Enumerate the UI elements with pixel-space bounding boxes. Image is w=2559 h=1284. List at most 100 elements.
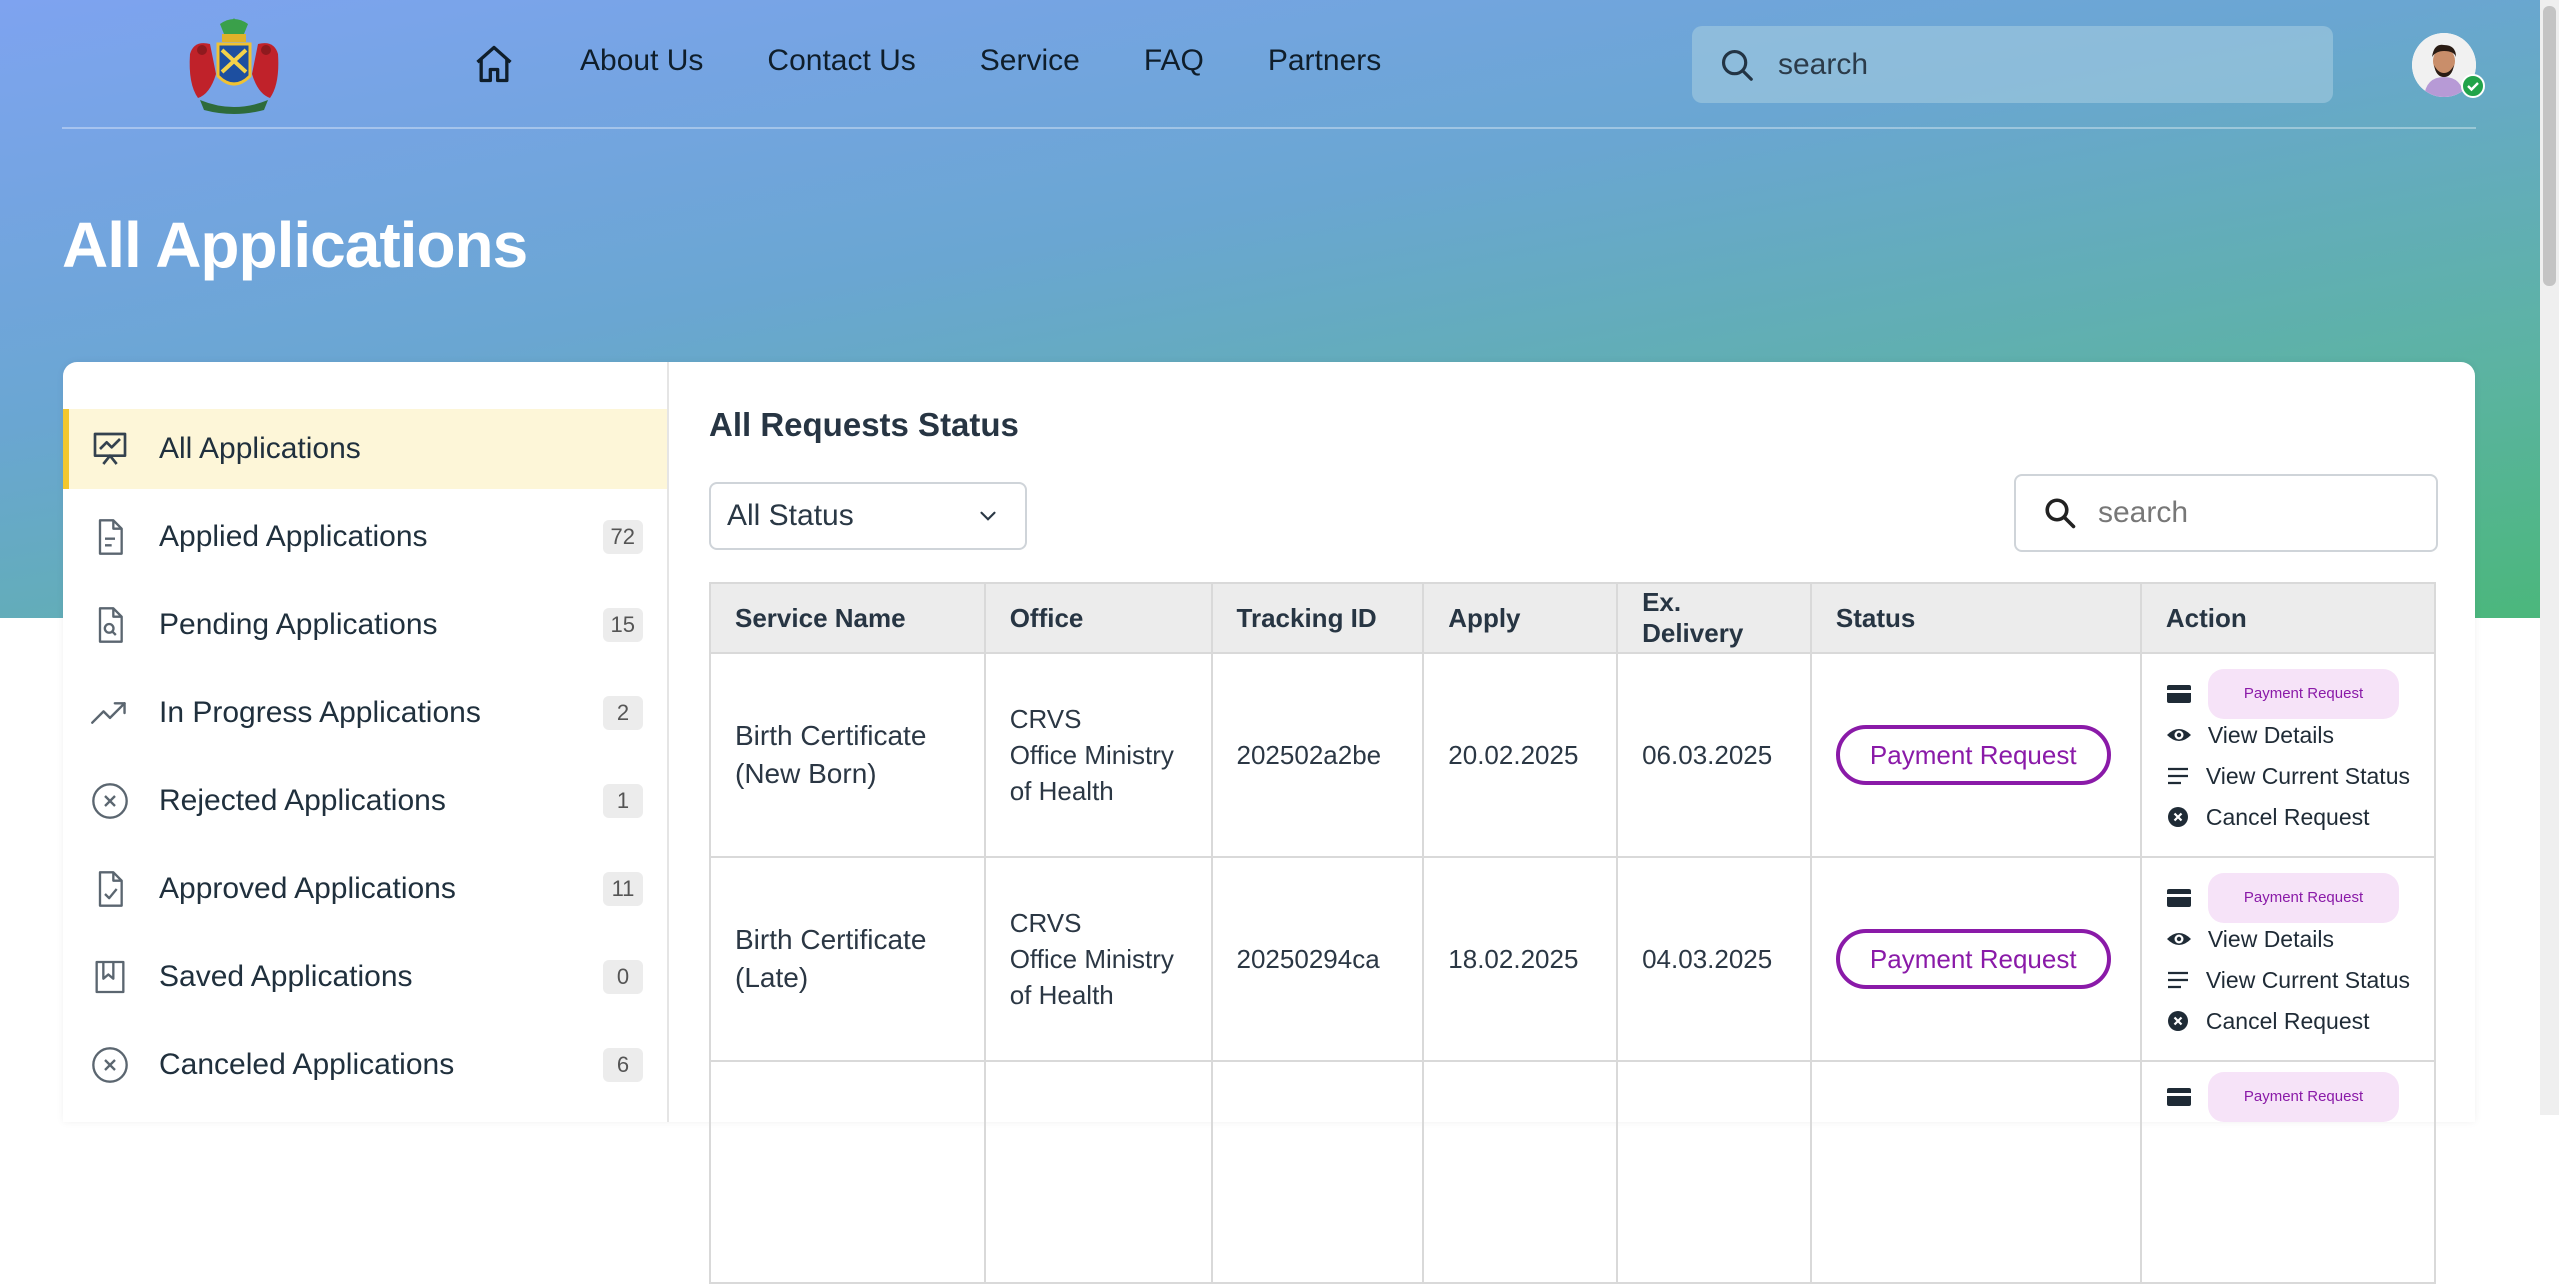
- table-search-box[interactable]: [2014, 474, 2438, 552]
- sidebar-item-saved[interactable]: Saved Applications 0: [63, 937, 667, 1017]
- apply-date-cell: 20.02.2025: [1422, 652, 1619, 858]
- payment-request-pill: Payment Request: [2207, 1071, 2400, 1122]
- payment-request-action[interactable]: Payment Request: [2166, 668, 2410, 719]
- eye-icon: [2166, 728, 2191, 741]
- office-line: of Health: [1009, 980, 1114, 1010]
- count-badge: 15: [602, 608, 643, 642]
- payment-request-pill: Payment Request: [2207, 668, 2400, 719]
- sidebar-item-in-progress[interactable]: In Progress Applications 2: [63, 673, 667, 753]
- top-search-input[interactable]: [1776, 46, 2280, 83]
- count-badge: 0: [603, 960, 643, 994]
- view-details-label: View Details: [2207, 925, 2335, 952]
- nav-service[interactable]: Service: [980, 44, 1080, 78]
- nav-divider: [62, 127, 2476, 129]
- sidebar-item-label: Applied Applications: [159, 520, 428, 553]
- sidebar: All Applications Applied Applications 72…: [63, 362, 669, 1122]
- sidebar-item-label: Saved Applications: [159, 960, 413, 993]
- action-list: Payment Request View Details View Curren…: [2166, 872, 2410, 1037]
- table-search-input[interactable]: [2096, 495, 2420, 531]
- payment-request-pill: Payment Request: [2207, 872, 2400, 923]
- sidebar-item-all-applications[interactable]: All Applications: [63, 409, 667, 489]
- count-badge: 1: [603, 784, 643, 818]
- sidebar-item-label: All Applications: [159, 432, 361, 465]
- col-action[interactable]: Action: [2139, 582, 2437, 654]
- view-details-action[interactable]: View Details: [2166, 922, 2410, 955]
- sidebar-item-applied[interactable]: Applied Applications 72: [63, 497, 667, 577]
- search-icon: [1721, 49, 1753, 81]
- status-cell: Payment Request: [1809, 652, 2142, 858]
- scrollbar-thumb[interactable]: [2543, 6, 2556, 286]
- apply-date-cell: 18.02.2025: [1422, 856, 1619, 1062]
- col-apply[interactable]: Apply: [1422, 582, 1619, 654]
- sidebar-item-label: Pending Applications: [159, 608, 438, 641]
- trending-up-icon: [89, 692, 131, 734]
- chevron-down-icon: [980, 511, 996, 521]
- service-name-line: (Late): [735, 962, 809, 993]
- apply-date-cell: [1422, 1060, 1619, 1284]
- office-line: Office Ministry: [1009, 740, 1174, 770]
- cancel-request-label: Cancel Request: [2205, 803, 2370, 830]
- action-cell: Payment Request: [2139, 1060, 2437, 1284]
- status-cell: [1809, 1060, 2142, 1284]
- col-status[interactable]: Status: [1809, 582, 2142, 654]
- col-ex-delivery[interactable]: Ex. Delivery: [1616, 582, 1812, 654]
- status-filter-dropdown[interactable]: All Status: [709, 482, 1027, 550]
- status-filter-value: All Status: [727, 499, 854, 532]
- count-badge: 2: [603, 696, 643, 730]
- section-title: All Requests Status: [709, 406, 1019, 443]
- col-service-name[interactable]: Service Name: [709, 582, 986, 654]
- nav-about-us[interactable]: About Us: [580, 44, 703, 78]
- sidebar-item-canceled[interactable]: Canceled Applications 6: [63, 1025, 667, 1105]
- nav-partners[interactable]: Partners: [1268, 44, 1381, 78]
- cancel-request-action[interactable]: Cancel Request: [2166, 800, 2410, 833]
- view-details-action[interactable]: View Details: [2166, 718, 2410, 751]
- circle-x-icon: [89, 1044, 131, 1086]
- office-line: CRVS: [1009, 704, 1082, 734]
- sidebar-item-label: Canceled Applications: [159, 1048, 455, 1081]
- credit-card-icon: [2166, 888, 2191, 907]
- sidebar-item-label: Rejected Applications: [159, 784, 446, 817]
- sidebar-item-rejected[interactable]: Rejected Applications 1: [63, 761, 667, 841]
- office-line: CRVS: [1009, 908, 1082, 938]
- service-name-line: Birth Certificate: [735, 924, 927, 955]
- tracking-id-cell: 202502a2be: [1210, 652, 1425, 858]
- search-icon: [2045, 498, 2076, 529]
- nav-contact-us[interactable]: Contact Us: [767, 44, 915, 78]
- view-status-label: View Current Status: [2205, 762, 2410, 789]
- service-name-cell: Birth Certificate (Late): [709, 856, 986, 1062]
- sidebar-item-pending[interactable]: Pending Applications 15: [63, 585, 667, 665]
- status-badge[interactable]: Payment Request: [1835, 725, 2111, 785]
- service-name-line: (New Born): [735, 758, 877, 789]
- payment-request-action[interactable]: Payment Request: [2166, 872, 2410, 923]
- verified-badge-icon: [2461, 74, 2485, 98]
- status-badge[interactable]: Payment Request: [1835, 929, 2111, 989]
- payment-request-action[interactable]: Payment Request: [2166, 1071, 2410, 1122]
- top-search-box[interactable]: [1692, 26, 2333, 103]
- service-name-line: Birth Certificate: [735, 720, 927, 751]
- col-tracking-id[interactable]: Tracking ID: [1210, 582, 1425, 654]
- count-badge: 11: [603, 872, 643, 906]
- delivery-date-cell: 04.03.2025: [1616, 856, 1812, 1062]
- list-icon: [2167, 767, 2188, 784]
- cancel-request-action[interactable]: Cancel Request: [2166, 1004, 2410, 1037]
- sidebar-item-label: Approved Applications: [159, 872, 456, 905]
- count-badge: 72: [602, 520, 643, 554]
- service-name-cell: Birth Certificate (New Born): [709, 652, 986, 858]
- nav-faq[interactable]: FAQ: [1144, 44, 1204, 78]
- table-row: Birth Certificate (New Born) CRVS Office…: [709, 652, 2437, 858]
- office-cell: CRVS Office Ministry of Health: [983, 652, 1213, 858]
- coat-of-arms-logo[interactable]: [180, 14, 288, 118]
- home-icon[interactable]: [472, 42, 520, 86]
- sidebar-item-approved[interactable]: Approved Applications 11: [63, 849, 667, 929]
- cancel-request-label: Cancel Request: [2205, 1007, 2370, 1034]
- col-office[interactable]: Office: [983, 582, 1213, 654]
- document-search-icon: [89, 604, 131, 646]
- eye-icon: [2166, 932, 2191, 945]
- nav-links: About Us Contact Us Service FAQ Partners: [580, 44, 1381, 78]
- sidebar-item-label: In Progress Applications: [159, 696, 481, 729]
- delivery-date-cell: [1616, 1060, 1812, 1284]
- view-current-status-action[interactable]: View Current Status: [2166, 963, 2410, 996]
- view-status-label: View Current Status: [2205, 966, 2410, 993]
- view-current-status-action[interactable]: View Current Status: [2166, 759, 2410, 792]
- document-icon: [89, 516, 131, 558]
